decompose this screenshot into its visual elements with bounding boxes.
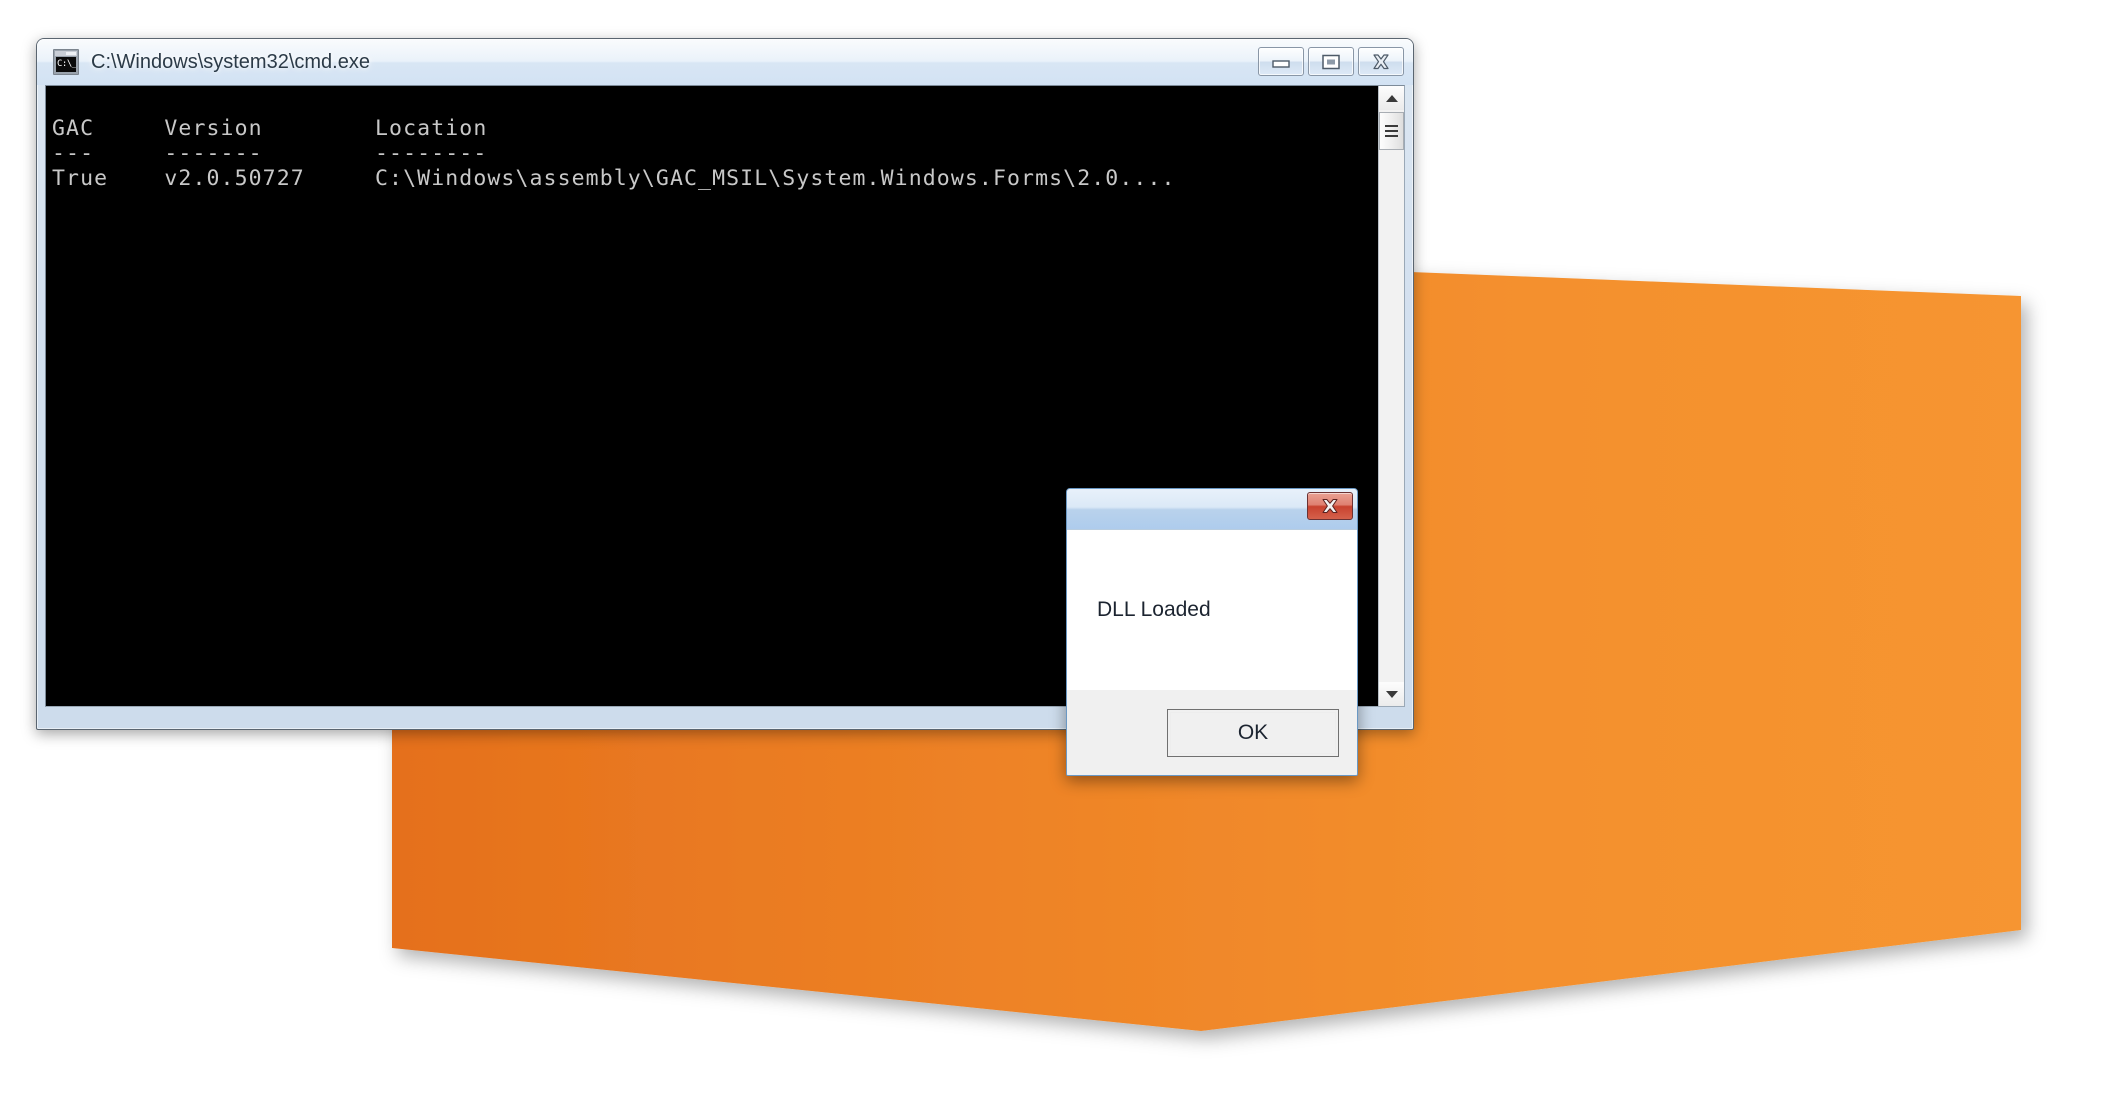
scrollbar-track[interactable] — [1379, 110, 1404, 682]
thumb-grip-line — [1385, 125, 1398, 127]
scroll-up-icon — [1385, 94, 1398, 102]
close-icon — [1373, 53, 1389, 69]
console-scrollbar[interactable] — [1378, 86, 1404, 706]
maximize-icon — [1322, 54, 1340, 69]
close-button[interactable] — [1358, 47, 1404, 76]
maximize-button[interactable] — [1308, 47, 1354, 76]
scroll-down-button[interactable] — [1379, 682, 1404, 706]
window-controls — [1258, 47, 1404, 76]
dialog-footer: OK — [1067, 690, 1357, 775]
dialog-close-button[interactable] — [1307, 492, 1353, 520]
scroll-down-icon — [1385, 690, 1398, 698]
cmd-titlebar[interactable]: C:\_ C:\Windows\system32\cmd.exe — [37, 39, 1413, 85]
thumb-grip-line — [1385, 130, 1398, 132]
minimize-icon — [1272, 59, 1290, 68]
thumb-grip-line — [1385, 135, 1398, 137]
scroll-up-button[interactable] — [1379, 86, 1404, 110]
dialog-message-text: DLL Loaded — [1097, 598, 1211, 621]
cmd-icon-buttons — [66, 52, 76, 55]
minimize-button[interactable] — [1258, 47, 1304, 76]
dialog-titlebar[interactable] — [1067, 489, 1357, 530]
cmd-prompt-icon: C:\_ — [53, 49, 79, 75]
cmd-window-title: C:\Windows\system32\cmd.exe — [91, 50, 370, 73]
cmd-icon-screen: C:\_ — [56, 57, 76, 72]
ok-button[interactable]: OK — [1167, 709, 1339, 757]
message-dialog[interactable]: DLL Loaded OK — [1066, 488, 1358, 776]
close-icon — [1322, 499, 1338, 513]
dialog-body: DLL Loaded — [1067, 530, 1357, 690]
scrollbar-thumb[interactable] — [1379, 112, 1404, 150]
